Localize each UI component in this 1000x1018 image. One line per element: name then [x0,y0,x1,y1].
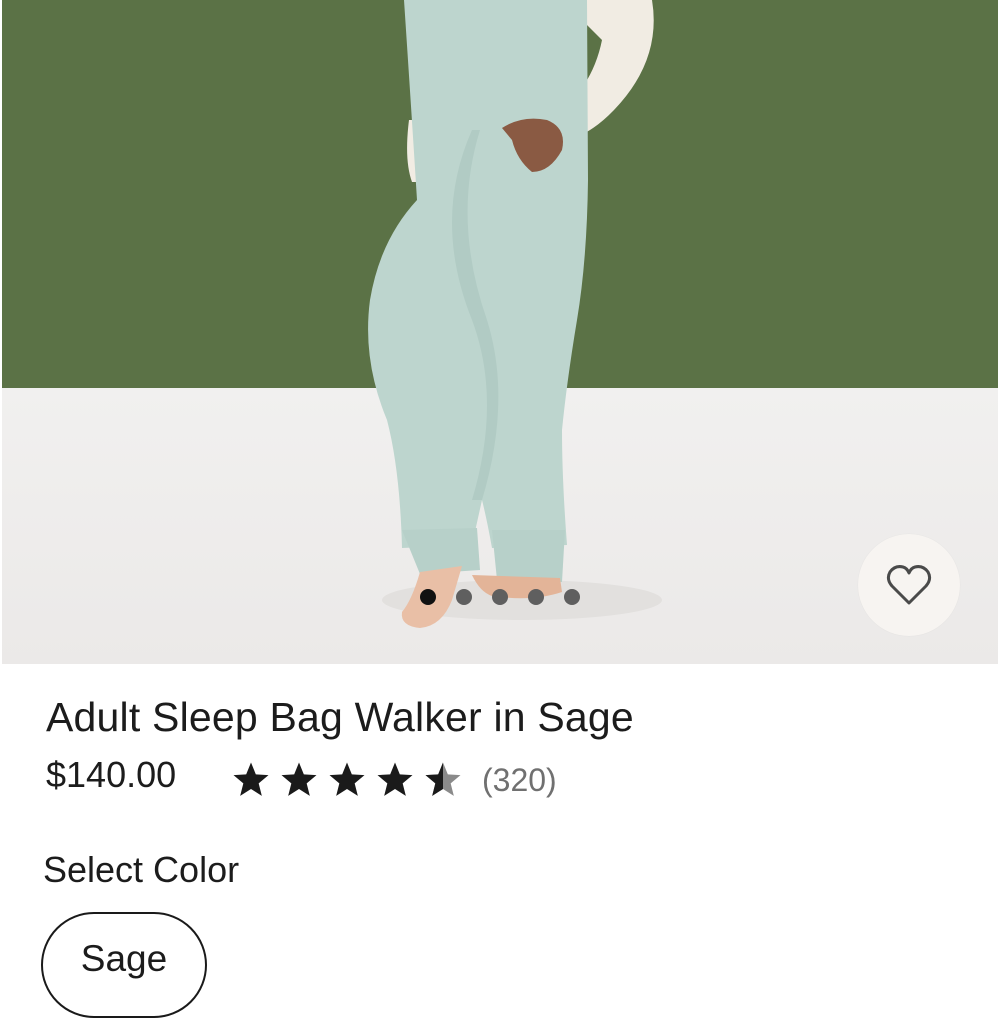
pagination-dot[interactable] [492,589,508,605]
color-selector-label: Select Color [43,849,240,890]
pagination-dot[interactable] [420,589,436,605]
color-option-label: Sage [80,938,168,979]
star-icon [233,762,269,796]
star-icon [281,762,317,796]
image-pagination[interactable] [2,589,998,611]
star-icon [377,762,413,796]
heart-outline-icon [886,565,932,605]
product-image[interactable] [2,0,998,664]
color-option-sage[interactable]: Sage [41,912,207,1018]
pagination-dot[interactable] [528,589,544,605]
rating-summary[interactable]: (320) [228,760,557,800]
star-icon [329,762,365,796]
product-price: $140.00 [46,754,177,795]
pagination-dot[interactable] [564,589,580,605]
product-title: Adult Sleep Bag Walker in Sage [46,694,634,740]
pagination-dot[interactable] [456,589,472,605]
star-half-icon [425,762,461,796]
product-photo [2,0,998,664]
review-count[interactable]: (320) [482,762,557,799]
favorite-button[interactable] [858,534,960,636]
